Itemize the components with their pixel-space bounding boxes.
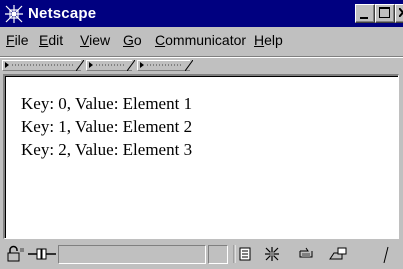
navigation-toolbar-grippy[interactable]: [2, 60, 84, 71]
output-line: Key: 2, Value: Element 3: [21, 140, 193, 159]
output-line: Key: 1, Value: Element 2: [21, 117, 193, 136]
close-icon: [399, 8, 403, 17]
menu-communicator[interactable]: Communicator: [155, 32, 246, 48]
title-bar[interactable]: Netscape: [0, 0, 403, 27]
security-lock-icon[interactable]: [6, 245, 26, 268]
page-content[interactable]: Key: 0, Value: Element 1 Key: 1, Value: …: [3, 74, 399, 239]
collapsed-toolbars: [0, 56, 403, 74]
divider: [0, 57, 403, 58]
window-title: Netscape: [28, 5, 97, 22]
expand-arrow-icon: [89, 62, 93, 68]
connection-status-icon: [28, 245, 56, 268]
output-lines: Key: 0, Value: Element 1 Key: 1, Value: …: [21, 92, 192, 161]
menu-view[interactable]: View: [80, 32, 110, 48]
close-button[interactable]: [395, 4, 403, 23]
maximize-button[interactable]: [375, 4, 395, 23]
output-line: Key: 0, Value: Element 1: [21, 94, 193, 113]
expand-arrow-icon: [140, 62, 144, 68]
status-progress-panel: [58, 245, 206, 264]
minimize-button[interactable]: [355, 4, 375, 23]
location-toolbar-grippy[interactable]: [86, 60, 135, 71]
personal-toolbar-grippy[interactable]: [137, 60, 193, 71]
menu-go[interactable]: Go: [123, 32, 142, 48]
status-message-panel: [208, 245, 228, 264]
status-bar: [0, 241, 403, 269]
netscape-logo-icon[interactable]: [4, 4, 24, 24]
expand-arrow-icon: [5, 62, 9, 68]
menu-file[interactable]: File: [6, 32, 29, 48]
menu-bar: File Edit View Go Communicator Help: [0, 28, 403, 54]
menu-edit[interactable]: Edit: [39, 32, 63, 48]
component-bar-icons[interactable]: [232, 245, 402, 268]
menu-help[interactable]: Help: [254, 32, 283, 48]
browser-window: Netscape File Edit View Go Communicator …: [0, 0, 403, 269]
